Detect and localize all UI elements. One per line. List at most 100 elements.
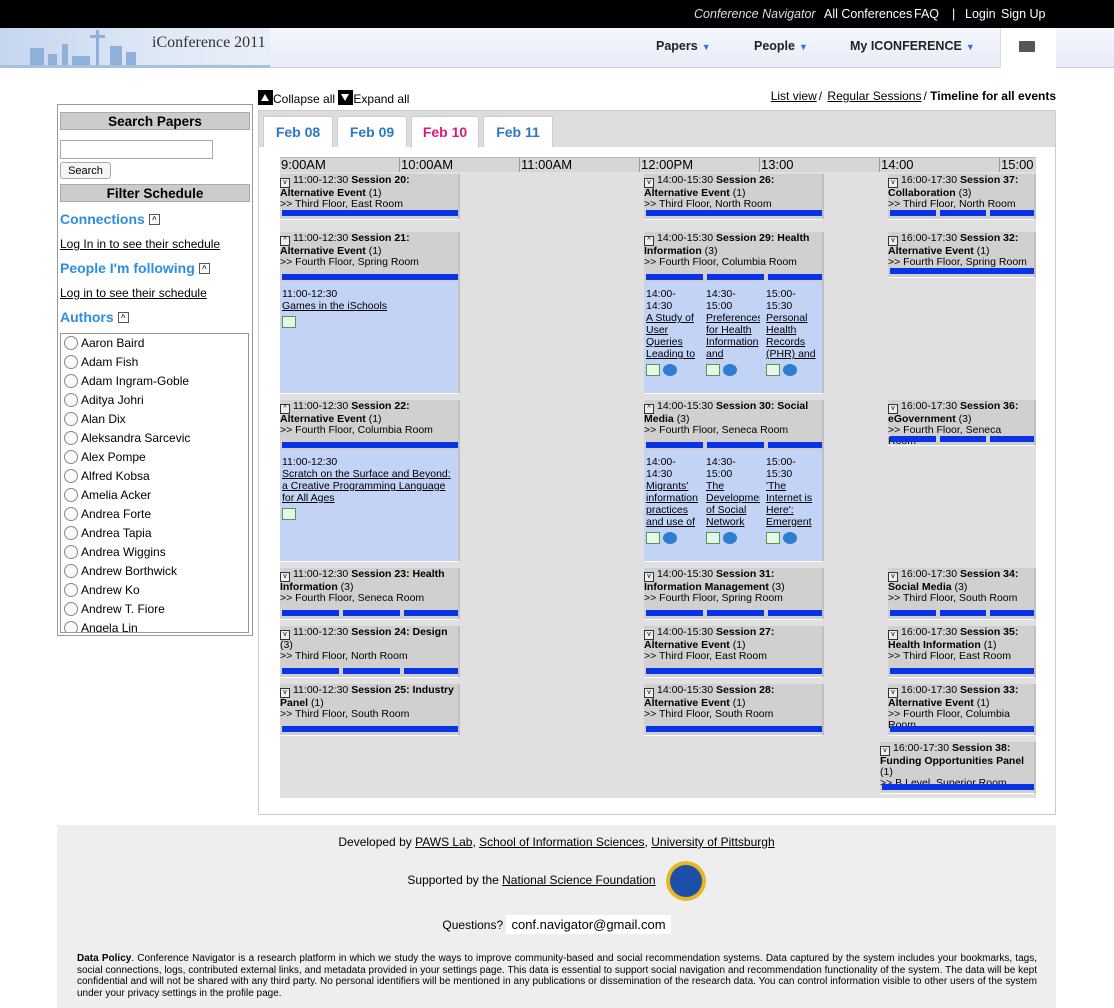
share-icon[interactable]: [663, 532, 677, 545]
paper-bar[interactable]: [404, 610, 458, 616]
paper-bar[interactable]: [890, 610, 936, 616]
paper-bar[interactable]: [646, 610, 703, 616]
paper-title-link[interactable]: Migrants' information practices and use …: [646, 480, 698, 528]
regular-sessions-link[interactable]: Regular Sessions: [827, 89, 921, 103]
paper-bar[interactable]: [890, 726, 1034, 732]
radio-icon[interactable]: [64, 431, 78, 445]
paper-bar[interactable]: [282, 210, 458, 216]
paper-bar[interactable]: [940, 436, 986, 442]
menu-papers[interactable]: Papers ▼: [656, 39, 711, 53]
paper-bar[interactable]: [646, 274, 703, 280]
search-input[interactable]: [60, 140, 213, 159]
radio-icon[interactable]: [64, 564, 78, 578]
paper-bar[interactable]: [646, 210, 822, 216]
collapse-icon[interactable]: ^: [198, 263, 210, 274]
list-view-link[interactable]: List view: [771, 89, 817, 103]
paper-bar[interactable]: [404, 668, 458, 674]
paper-bar[interactable]: [768, 274, 822, 280]
author-item[interactable]: Adam Ingram-Goble: [61, 372, 248, 391]
paper-bar[interactable]: [646, 668, 822, 674]
share-icon[interactable]: [723, 532, 737, 545]
author-item[interactable]: Andrew Ko: [61, 581, 248, 600]
paper-bar[interactable]: [282, 726, 458, 732]
author-item[interactable]: Andrew Borthwick: [61, 562, 248, 581]
bookmark-icon[interactable]: [766, 532, 780, 545]
paper-bar[interactable]: [990, 610, 1034, 616]
share-icon[interactable]: [783, 532, 797, 545]
bookmark-icon[interactable]: [706, 364, 720, 377]
radio-icon[interactable]: [64, 450, 78, 464]
search-button[interactable]: Search: [60, 162, 111, 179]
paper-bar[interactable]: [940, 210, 986, 216]
session-block[interactable]: v 14:00-15:30 Session 27: Alternative Eve…: [644, 626, 824, 678]
session-block[interactable]: ^ 14:00-15:30 Session 29: Health Informat…: [644, 232, 824, 394]
paper-bar[interactable]: [890, 210, 936, 216]
radio-icon[interactable]: [64, 393, 78, 407]
author-item[interactable]: Andrew T. Fiore: [61, 600, 248, 619]
signup-link[interactable]: Sign Up: [1001, 7, 1045, 21]
paper-bar[interactable]: [707, 442, 764, 448]
share-icon[interactable]: [783, 364, 797, 377]
session-block[interactable]: ^ 11:00-12:30 Session 21: Alternative Eve…: [280, 232, 460, 394]
paper-title-link[interactable]: A Study of User Queries Leading to: [646, 312, 695, 360]
paper-bar[interactable]: [768, 610, 822, 616]
following-login-link[interactable]: Log in to see their schedule: [60, 286, 252, 300]
author-item[interactable]: Amelia Acker: [61, 486, 248, 505]
paper-title-link[interactable]: Scratch on the Surface and Beyond: a Cre…: [282, 468, 451, 504]
bookmark-icon[interactable]: [646, 364, 660, 377]
paper-title-link[interactable]: Preferences for Health Information and: [706, 312, 760, 360]
paws-lab-link[interactable]: PAWS Lab: [415, 835, 472, 849]
radio-icon[interactable]: [64, 545, 78, 559]
menu-people[interactable]: People ▼: [754, 39, 808, 53]
login-link[interactable]: Login: [965, 7, 996, 21]
bookmark-icon[interactable]: [282, 508, 296, 521]
paper-bar[interactable]: [343, 668, 400, 674]
radio-icon[interactable]: [64, 374, 78, 388]
nsf-link[interactable]: National Science Foundation: [502, 873, 655, 887]
radio-icon[interactable]: [64, 412, 78, 426]
authors-list[interactable]: Aaron Baird Adam Fish Adam Ingram-Goble Adi…: [60, 333, 249, 633]
paper-bar[interactable]: [990, 210, 1034, 216]
paper-bar[interactable]: [890, 436, 936, 442]
session-block[interactable]: v 14:00-15:30 Session 28: Alternative Eve…: [644, 684, 824, 736]
radio-icon[interactable]: [64, 355, 78, 369]
bookmark-icon[interactable]: [282, 316, 296, 329]
tab-feb-11[interactable]: Feb 11: [483, 116, 553, 147]
paper-bar[interactable]: [707, 274, 764, 280]
session-block[interactable]: v 14:00-15:30 Session 26: Alternative Eve…: [644, 174, 824, 220]
collapse-icon[interactable]: ^: [148, 214, 160, 225]
session-block[interactable]: v 11:00-12:30 Session 20: Alternative Eve…: [280, 174, 460, 220]
paper-bar[interactable]: [768, 442, 822, 448]
paper-bar[interactable]: [707, 610, 764, 616]
paper-title-link[interactable]: Games in the iSchools: [282, 300, 387, 312]
session-block[interactable]: v 16:00-17:30 Session 35: Health Informat…: [888, 626, 1036, 678]
session-block[interactable]: ^ 11:00-12:30 Session 22: Alternative Eve…: [280, 400, 460, 562]
session-block[interactable]: v 16:00-17:30 Session 36: eGovernment (3)…: [888, 400, 1036, 446]
paper-bar[interactable]: [940, 610, 986, 616]
session-block[interactable]: v 16:00-17:30 Session 34: Social Media (3…: [888, 568, 1036, 620]
author-item[interactable]: Aditya Johri: [61, 391, 248, 410]
radio-icon[interactable]: [64, 621, 78, 632]
tab-feb-10[interactable]: Feb 10: [411, 116, 479, 148]
radio-icon[interactable]: [64, 602, 78, 616]
radio-icon[interactable]: [64, 469, 78, 483]
author-item[interactable]: Alfred Kobsa: [61, 467, 248, 486]
session-block[interactable]: v 11:00-12:30 Session 23: Health Informat…: [280, 568, 460, 620]
paper-bar[interactable]: [890, 268, 1034, 274]
site-logo[interactable]: iConference 2011: [152, 34, 266, 52]
nsf-logo-icon[interactable]: [665, 861, 706, 901]
share-icon[interactable]: [723, 364, 737, 377]
author-item[interactable]: Alex Pompe: [61, 448, 248, 467]
author-item[interactable]: Alan Dix: [61, 410, 248, 429]
session-block[interactable]: v 14:00-15:30 Session 31: Information Man…: [644, 568, 824, 620]
session-block[interactable]: v 16:00-17:30 Session 33: Alternative Eve…: [888, 684, 1036, 736]
share-icon[interactable]: [663, 364, 677, 377]
paper-title-link[interactable]: Personal Health Records (PHR) and: [766, 312, 816, 360]
author-item[interactable]: Andrea Tapia: [61, 524, 248, 543]
author-item[interactable]: Aleksandra Sarcevic: [61, 429, 248, 448]
expand-all-button[interactable]: Expand all: [338, 90, 409, 106]
paper-bar[interactable]: [646, 726, 822, 732]
radio-icon[interactable]: [64, 336, 78, 350]
paper-bar[interactable]: [343, 610, 400, 616]
contact-email[interactable]: conf.navigator@gmail.com: [506, 915, 671, 934]
